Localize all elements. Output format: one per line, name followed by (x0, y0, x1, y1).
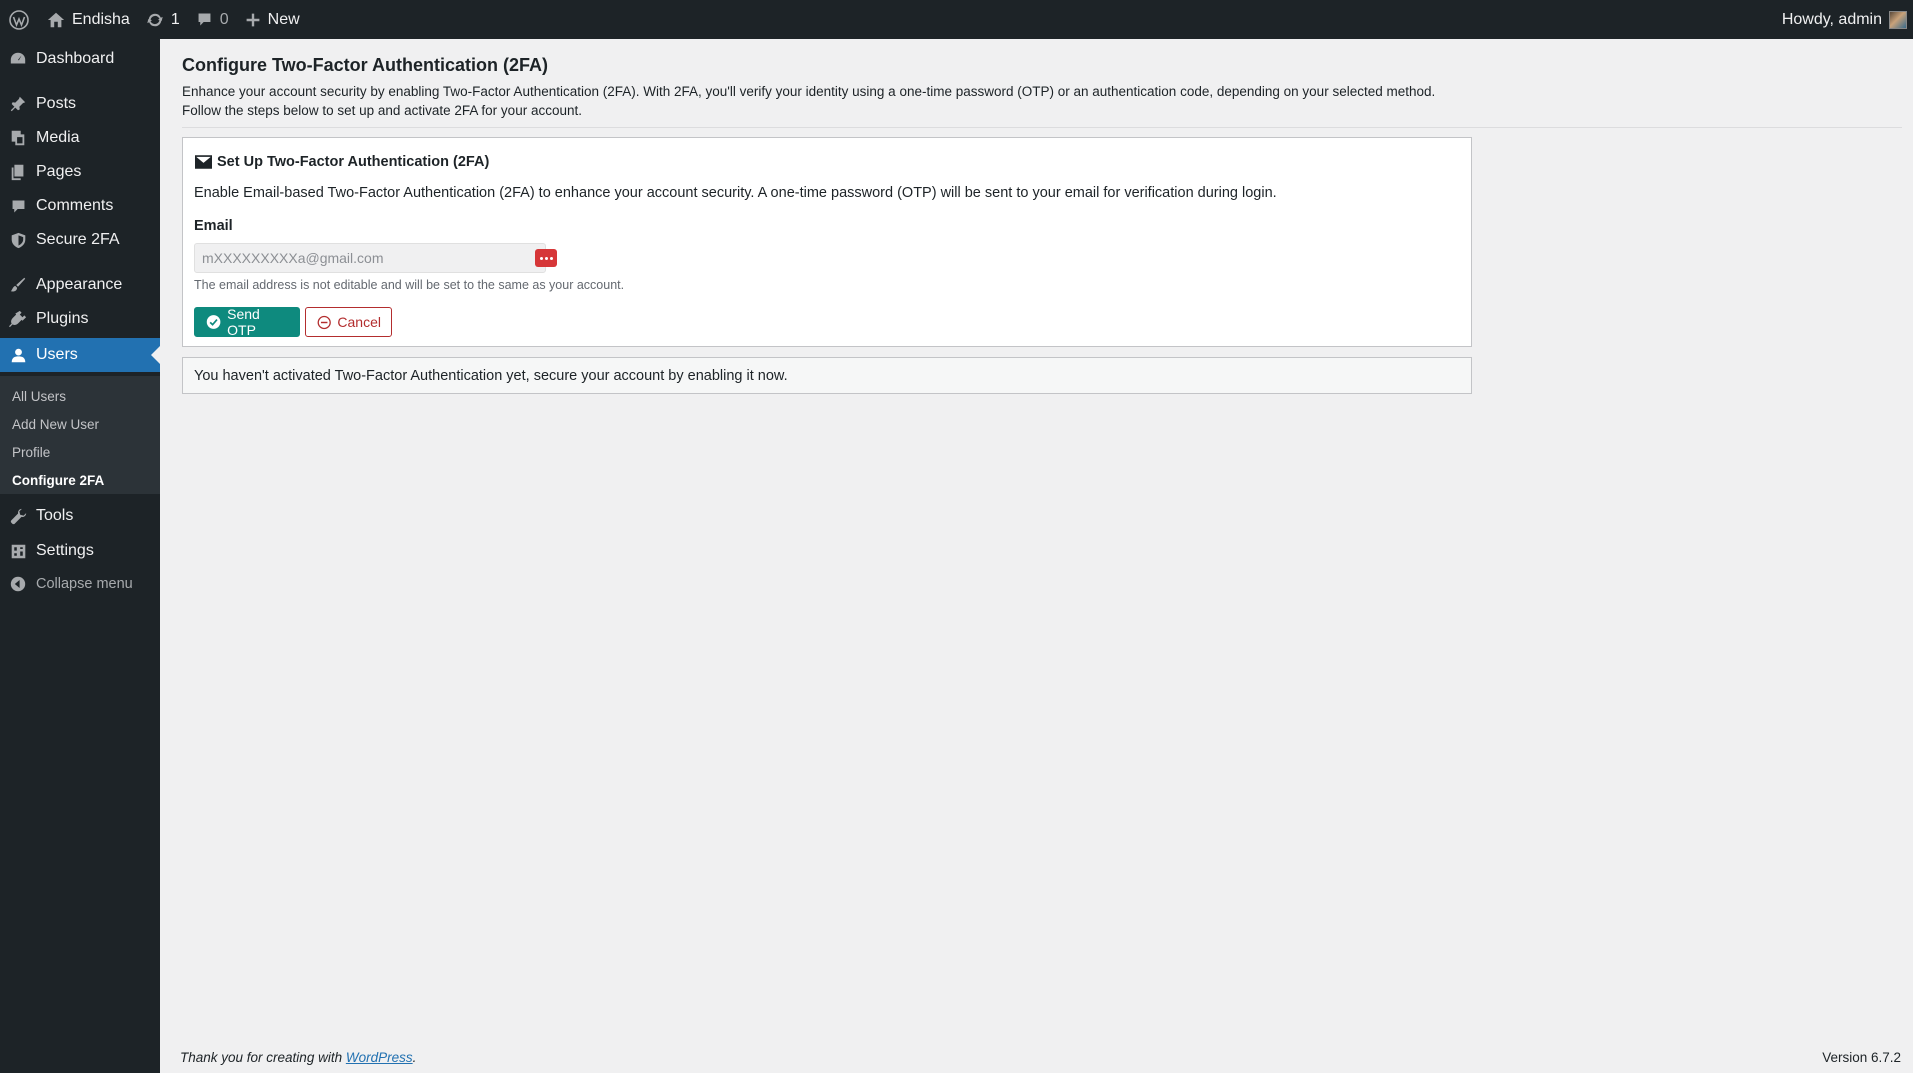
cancel-label: Cancel (337, 314, 381, 330)
minus-circle-icon (317, 315, 331, 329)
users-submenu: All Users Add New User Profile Configure… (0, 376, 160, 494)
wordpress-logo-icon (9, 9, 29, 30)
footer-thanks-prefix: Thank you for creating with (180, 1050, 346, 1065)
card-title: Set Up Two-Factor Authentication (2FA) (195, 154, 489, 170)
menu-label-settings: Settings (36, 542, 94, 559)
cancel-button[interactable]: Cancel (305, 307, 392, 337)
menu-label-posts: Posts (36, 95, 77, 112)
menu-label-pages: Pages (36, 163, 82, 180)
main-content: Configure Two-Factor Authentication (2FA… (160, 39, 1913, 1073)
menu-label-plugins: Plugins (36, 310, 89, 327)
wordpress-link[interactable]: WordPress (346, 1050, 413, 1065)
comment-icon (12, 200, 24, 212)
plus-icon (246, 13, 260, 26)
menu-item-appearance[interactable]: Appearance (0, 268, 160, 302)
admin-sidebar: Dashboard Posts Media Pages Comments Sec… (0, 39, 160, 1073)
pages-icon (11, 164, 24, 181)
menu-label-comments: Comments (36, 197, 114, 214)
menu-label-secure-2fa: Secure 2FA (36, 231, 120, 248)
email-field[interactable] (194, 243, 546, 273)
settings-icon (11, 544, 25, 558)
new-content-link[interactable]: New (237, 0, 308, 39)
menu-label-users: Users (36, 346, 78, 363)
menu-label-media: Media (36, 129, 80, 146)
my-account-menu[interactable]: Howdy, admin (1774, 0, 1913, 39)
home-icon (47, 12, 65, 27)
menu-item-plugins[interactable]: Plugins (0, 302, 160, 336)
collapse-arrow-icon (10, 576, 26, 592)
intro-line-1: Enhance your account security by enablin… (182, 84, 1436, 99)
page-title: Configure Two-Factor Authentication (2FA… (182, 55, 548, 75)
email-help-text: The email address is not editable and wi… (194, 278, 625, 292)
menu-item-secure-2fa[interactable]: Secure 2FA (0, 223, 160, 257)
collapse-menu-button[interactable]: Collapse menu (0, 567, 160, 601)
activation-notice: You haven't activated Two-Factor Authent… (182, 357, 1472, 394)
intro-line-2: Follow the steps below to set up and act… (182, 102, 582, 118)
card-title-text: Set Up Two-Factor Authentication (2FA) (217, 154, 490, 170)
menu-item-tools[interactable]: Tools (0, 499, 160, 533)
menu-label-tools: Tools (36, 507, 74, 524)
menu-label-dashboard: Dashboard (36, 50, 115, 67)
comment-icon (198, 13, 211, 26)
site-name: Endisha (72, 10, 130, 28)
intro-text: Enhance your account security by enablin… (182, 83, 1632, 120)
avatar (1889, 10, 1907, 29)
updates-count: 1 (170, 10, 180, 28)
user-icon (11, 348, 25, 362)
check-circle-icon (206, 315, 221, 329)
greeting-text: Howdy, admin (1781, 10, 1882, 28)
setup-2fa-card: Set Up Two-Factor Authentication (2FA) E… (182, 137, 1472, 347)
pin-icon (10, 96, 26, 112)
admin-bar: Endisha 1 0 New Howdy, admin (0, 0, 1913, 39)
menu-item-comments[interactable]: Comments (0, 189, 160, 223)
shield-icon (11, 232, 25, 248)
submenu-profile[interactable]: Profile (12, 445, 50, 460)
comments-count: 0 (219, 10, 229, 28)
notice-text: You haven't activated Two-Factor Authent… (194, 367, 788, 384)
site-name-link[interactable]: Endisha (39, 0, 138, 39)
footer-version: Version 6.7.2 (1822, 1050, 1901, 1065)
envelope-icon (195, 155, 212, 169)
submenu-add-new-user[interactable]: Add New User (12, 417, 99, 432)
new-label: New (267, 10, 300, 28)
collapse-menu-label: Collapse menu (36, 576, 133, 592)
updates-link[interactable]: 1 (138, 0, 188, 39)
menu-item-media[interactable]: Media (0, 121, 160, 155)
brush-icon (10, 277, 26, 292)
dashboard-icon (10, 52, 26, 64)
media-icon (11, 130, 25, 146)
menu-item-settings[interactable]: Settings (0, 534, 160, 568)
password-manager-icon[interactable] (535, 249, 557, 267)
menu-label-appearance: Appearance (36, 276, 123, 293)
wordpress-logo-button[interactable] (0, 0, 39, 39)
menu-item-posts[interactable]: Posts (0, 87, 160, 121)
menu-item-users[interactable]: Users (0, 338, 160, 372)
send-otp-button[interactable]: Send OTP (194, 306, 300, 338)
footer-thanks-suffix: . (412, 1050, 417, 1065)
submenu-configure-2fa[interactable]: Configure 2FA (12, 473, 104, 488)
footer-thanks: Thank you for creating with WordPress. (180, 1050, 416, 1065)
plug-icon (9, 310, 27, 328)
menu-item-pages[interactable]: Pages (0, 155, 160, 189)
update-icon (147, 13, 163, 26)
submenu-all-users[interactable]: All Users (12, 389, 66, 404)
card-description: Enable Email-based Two-Factor Authentica… (194, 185, 1277, 201)
comments-link[interactable]: 0 (188, 0, 237, 39)
send-otp-label: Send OTP (227, 306, 260, 338)
wrench-icon (10, 508, 26, 524)
menu-item-dashboard[interactable]: Dashboard (0, 42, 160, 76)
divider (182, 127, 1902, 128)
email-label: Email (194, 218, 233, 234)
